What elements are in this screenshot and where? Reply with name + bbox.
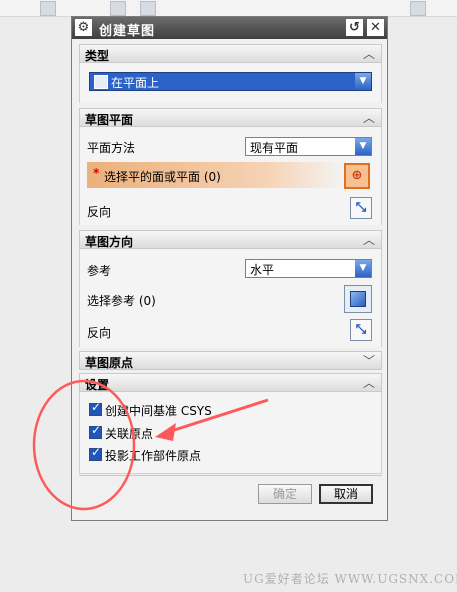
checkbox-label: 创建中间基准 CSYS (105, 404, 212, 418)
chevron-up-icon[interactable]: ︿ (363, 231, 375, 248)
dialog-title: 创建草图 (99, 24, 156, 39)
plane-method-dropdown[interactable]: 现有平面 ▼ (245, 137, 372, 156)
chevron-up-icon[interactable]: ︿ (363, 109, 375, 126)
ok-button[interactable]: 确定 (258, 484, 312, 504)
divider (79, 475, 382, 476)
section-settings-body: 创建中间基准 CSYS 关联原点 投影工作部件原点 (79, 392, 382, 474)
type-dropdown-value: 在平面上 (111, 76, 160, 90)
chevron-up-icon[interactable]: ︿ (363, 374, 375, 391)
section-settings-header[interactable]: 设置 ︿ (79, 373, 382, 392)
checkbox-label: 投影工作部件原点 (105, 449, 202, 463)
section-sketch-orientation-header[interactable]: 草图方向 ︿ (79, 230, 382, 249)
cube-icon[interactable] (344, 285, 372, 313)
crosshair-icon[interactable]: ⊕ (344, 163, 370, 189)
checkbox-create-intermediate-csys[interactable] (89, 400, 102, 416)
section-type-header[interactable]: 类型 ︿ (79, 44, 382, 63)
toolbar-icon[interactable] (410, 1, 426, 16)
cancel-button[interactable]: 取消 (319, 484, 373, 504)
reset-icon[interactable]: ↺ (346, 19, 363, 36)
reverse-direction-icon[interactable]: ⤡ (350, 197, 372, 219)
checkbox-label: 关联原点 (105, 427, 154, 441)
create-sketch-dialog: ⚙ 创建草图 ↺ ✕ 类型 ︿ 在平面上 ▼ 草图平面 ︿ 平面方法 现有平面 … (71, 16, 388, 521)
chevron-down-icon[interactable]: ▼ (355, 260, 371, 277)
select-plane-row[interactable]: * 选择平的面或平面 (0) (87, 162, 345, 188)
reverse-label: 反向 (87, 326, 112, 340)
chevron-down-icon[interactable]: ﹀ (363, 352, 375, 369)
required-marker: * (93, 166, 100, 180)
reverse-label: 反向 (87, 205, 112, 219)
reference-value: 水平 (250, 263, 275, 277)
reference-dropdown[interactable]: 水平 ▼ (245, 259, 372, 278)
reverse-direction-icon[interactable]: ⤡ (350, 319, 372, 341)
select-plane-label: 选择平的面或平面 (0) (104, 170, 221, 184)
checkbox-project-work-part-origin[interactable] (89, 445, 102, 461)
chevron-down-icon[interactable]: ▼ (355, 73, 371, 90)
section-sketch-orientation-body: 参考 水平 ▼ 选择参考 (0) 反向 ⤡ (79, 249, 382, 347)
plane-method-label: 平面方法 (87, 141, 136, 155)
section-title: 草图平面 (85, 113, 134, 127)
type-dropdown[interactable]: 在平面上 ▼ (89, 72, 372, 91)
section-sketch-plane-body: 平面方法 现有平面 ▼ * 选择平的面或平面 (0) ⊕ 反向 ⤡ (79, 127, 382, 225)
reference-label: 参考 (87, 264, 112, 278)
close-icon[interactable]: ✕ (367, 19, 384, 36)
section-title: 草图方向 (85, 235, 134, 249)
section-title: 类型 (85, 49, 110, 63)
toolbar-icon[interactable] (40, 1, 56, 16)
plane-method-value: 现有平面 (250, 141, 299, 155)
plane-icon (94, 75, 108, 89)
gear-icon[interactable]: ⚙ (75, 19, 92, 36)
section-type-body: 在平面上 ▼ (79, 63, 382, 103)
section-title: 草图原点 (85, 356, 134, 370)
toolbar-icon[interactable] (140, 1, 156, 16)
select-reference-label: 选择参考 (0) (87, 294, 156, 308)
section-sketch-origin-header[interactable]: 草图原点 ﹀ (79, 351, 382, 370)
section-title: 设置 (85, 378, 110, 392)
background-toolbar (0, 0, 457, 17)
checkbox-associative-origin[interactable] (89, 423, 102, 439)
watermark-text: UG爱好者论坛 WWW.UGSNX.COM (243, 572, 457, 586)
chevron-down-icon[interactable]: ▼ (355, 138, 371, 155)
dialog-titlebar: ⚙ 创建草图 ↺ ✕ (72, 17, 387, 39)
toolbar-icon[interactable] (110, 1, 126, 16)
section-sketch-plane-header[interactable]: 草图平面 ︿ (79, 108, 382, 127)
chevron-up-icon[interactable]: ︿ (363, 45, 375, 62)
